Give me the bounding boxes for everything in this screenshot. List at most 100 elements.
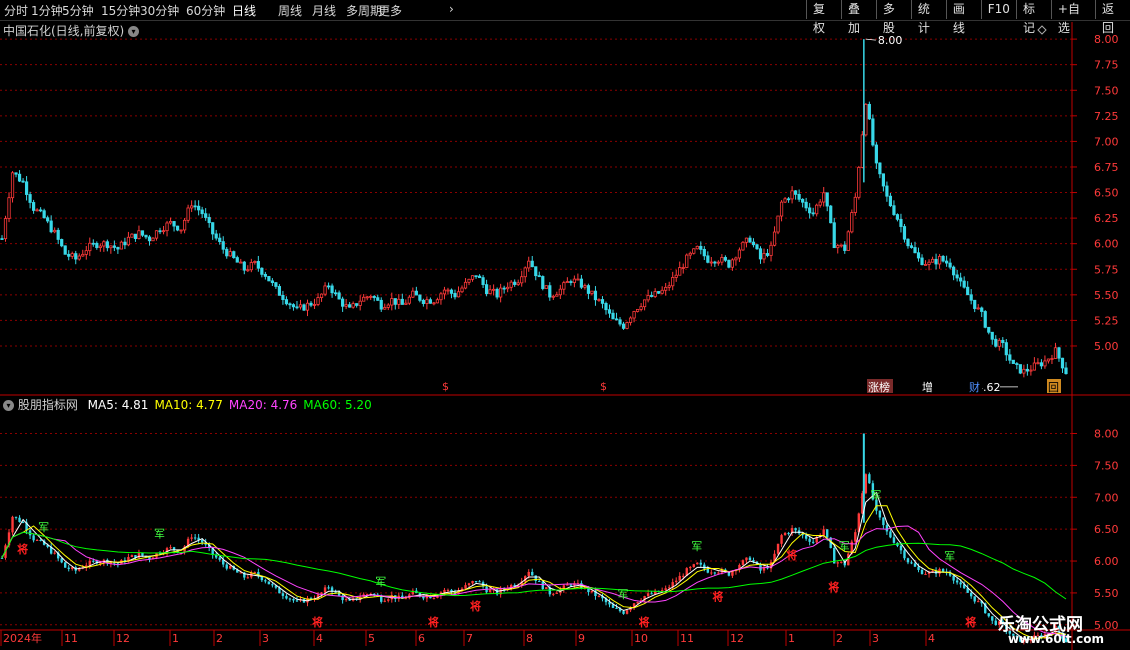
candle-body xyxy=(755,244,759,250)
ind-candle-body xyxy=(474,580,478,582)
candle xyxy=(214,229,218,241)
ind-candle-body xyxy=(169,547,172,549)
candle-body xyxy=(776,215,780,233)
candle xyxy=(755,243,759,250)
toolbar-button-6[interactable]: 标记 xyxy=(1015,0,1051,35)
ind-candle-body xyxy=(488,589,492,593)
candle xyxy=(952,265,956,281)
candle-body xyxy=(435,299,440,304)
candle xyxy=(263,271,267,280)
candle xyxy=(358,295,362,311)
candle xyxy=(678,261,682,276)
time-label-14: 12 xyxy=(730,632,744,645)
candle-body xyxy=(871,118,875,146)
toolbar-button-4[interactable]: 画线 xyxy=(945,0,981,35)
candle-body xyxy=(95,242,99,248)
ind-candle-body xyxy=(689,567,692,569)
candle xyxy=(534,266,538,281)
candle-body xyxy=(621,323,626,329)
candle-body xyxy=(383,307,387,310)
ind-candle-body xyxy=(467,583,471,586)
toolbar-button-3[interactable]: 统计 xyxy=(910,0,946,35)
candle-body xyxy=(1008,354,1012,361)
candle-body xyxy=(183,219,187,231)
candle xyxy=(769,241,773,262)
toolbar-button-1[interactable]: 叠加 xyxy=(840,0,876,35)
toolbar-button-7[interactable]: +自选 xyxy=(1050,0,1095,35)
candle xyxy=(660,286,664,295)
ind-candle-body xyxy=(446,589,450,591)
tab-5[interactable]: 60分钟 xyxy=(186,2,225,19)
toolbar-button-8[interactable]: 返回 xyxy=(1095,0,1130,35)
tab-2[interactable]: 5分钟 xyxy=(62,2,94,19)
ind-candle-body xyxy=(822,529,825,536)
candle xyxy=(737,247,742,263)
buy-signal: 将 xyxy=(712,590,723,604)
tab-3[interactable]: 15分钟 xyxy=(101,2,140,19)
candle-body xyxy=(801,198,805,203)
ind-candle-body xyxy=(945,571,948,574)
candle xyxy=(734,256,738,266)
tab-6[interactable]: 日线 xyxy=(232,2,256,19)
tab-4[interactable]: 30分钟 xyxy=(140,2,179,19)
time-label-12: 10 xyxy=(634,632,648,645)
ind-candle-body xyxy=(151,557,155,560)
tab-8[interactable]: 月线 xyxy=(312,2,336,19)
candle xyxy=(295,301,299,310)
candle xyxy=(42,208,46,219)
ind-candle-body xyxy=(541,581,544,590)
ind-candle-body xyxy=(453,592,457,595)
toolbar-button-5[interactable]: F10 xyxy=(980,0,1016,19)
candle xyxy=(326,282,331,290)
candle-body xyxy=(597,299,601,301)
main-tick-label: 6.25 xyxy=(1094,212,1119,225)
chart-canvas[interactable]: 将将将将将将将将将将军军军军军军军军 5.005.255.505.756.006… xyxy=(0,0,1130,650)
candle xyxy=(376,294,380,301)
ind-candle-body xyxy=(703,564,706,569)
candle-body xyxy=(607,309,612,314)
candle-body xyxy=(400,298,404,305)
tab-0[interactable]: 分时 xyxy=(4,2,28,19)
candle-body xyxy=(520,276,524,284)
ind-candle-body xyxy=(281,593,285,596)
more-arrow-icon[interactable]: › xyxy=(449,2,454,16)
candle xyxy=(228,247,232,257)
toolbar-button-2[interactable]: 多股 xyxy=(875,0,911,35)
candle xyxy=(365,295,369,301)
candle-body xyxy=(337,292,341,300)
ind-tick-label: 6.50 xyxy=(1094,523,1119,536)
candle xyxy=(797,189,801,202)
candle xyxy=(1029,365,1033,376)
tab-9[interactable]: 多周期 xyxy=(346,2,382,19)
ind-candle-body xyxy=(246,577,250,579)
ind-candle-body xyxy=(545,587,548,590)
ind-candle-body xyxy=(429,595,432,599)
ind-candle-body xyxy=(278,587,281,594)
ind-candle-body xyxy=(710,572,713,574)
tab-10[interactable]: 更多 xyxy=(378,2,402,19)
ind-candle-body xyxy=(713,572,717,574)
candle xyxy=(632,310,636,323)
candle-body xyxy=(488,289,492,295)
candle-body xyxy=(39,209,43,212)
ind-candle-body xyxy=(120,560,123,565)
candle-body xyxy=(751,241,756,246)
indicator-title-bar: ▾ 股朋指标网 MA5: 4.81 MA10: 4.77 MA20: 4.76 MA6… xyxy=(3,396,372,413)
chevron-down-icon[interactable]: ▾ xyxy=(3,400,14,411)
toolbar-button-0[interactable]: 复权 xyxy=(806,0,841,35)
indicator-series: 将将将将将将将将将将军军军军军军军军 xyxy=(0,433,1068,645)
time-label-7: 5 xyxy=(368,632,375,645)
tab-1[interactable]: 1分钟 xyxy=(31,2,63,19)
ind-candle-body xyxy=(583,587,587,589)
candle xyxy=(727,259,731,269)
ind-candle-body xyxy=(432,597,436,599)
chevron-down-icon[interactable]: ▾ xyxy=(128,26,140,37)
annotations: 8.004.62$ $ 涨榜增财回 xyxy=(442,25,1061,394)
candle-body xyxy=(270,280,274,284)
ind-candle-body xyxy=(316,594,320,599)
buy-signal: 将 xyxy=(312,615,323,629)
tab-7[interactable]: 周线 xyxy=(278,2,302,19)
ind-candle-body xyxy=(344,599,348,601)
event-tag-text: 财 xyxy=(969,380,980,394)
candle-body xyxy=(832,222,836,249)
